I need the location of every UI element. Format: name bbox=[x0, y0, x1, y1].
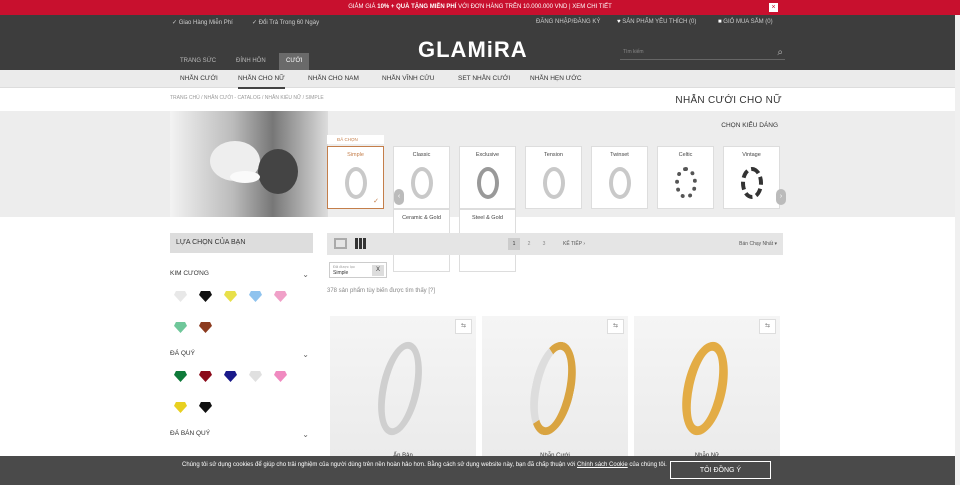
bag-icon: ■ bbox=[718, 19, 722, 25]
scrollbar[interactable] bbox=[955, 15, 960, 485]
chevron-down-icon[interactable]: ⌄ bbox=[302, 270, 309, 279]
ring-thumb bbox=[543, 167, 565, 199]
gem-swatch[interactable] bbox=[174, 322, 187, 333]
promo-pre: GIẢM GIÁ bbox=[348, 4, 378, 10]
gem-swatch[interactable] bbox=[199, 322, 212, 333]
hands-image bbox=[170, 111, 328, 217]
nav-ring-sets[interactable]: SET NHẪN CƯỚI bbox=[458, 70, 510, 87]
next-page-button[interactable]: KẾ TIẾP › bbox=[563, 238, 585, 250]
result-count: 378 sản phẩm tùy biến được tìm thấy [?] bbox=[327, 288, 436, 294]
gem-swatch[interactable] bbox=[224, 291, 237, 302]
gem-swatch[interactable] bbox=[274, 291, 287, 302]
logo[interactable]: GLAMiRA bbox=[418, 37, 528, 63]
nav-promise-rings[interactable]: NHẪN HẸN ƯỚC bbox=[530, 70, 582, 87]
page-title: NHẪN CƯỚI CHO NỮ bbox=[675, 95, 782, 106]
category-nav: NHẪN CƯỚI NHẪN CHO NỮ NHẪN CHO NAM NHẪN … bbox=[0, 70, 960, 89]
cookie-text: Chúng tôi sử dụng cookies để giúp cho tr… bbox=[182, 462, 667, 468]
ring-thumb bbox=[477, 167, 499, 199]
style-card-simple[interactable]: Simple ✓ bbox=[327, 146, 384, 209]
chevron-down-icon[interactable]: ⌄ bbox=[302, 350, 309, 359]
style-card-vintage[interactable]: Vintage bbox=[723, 146, 780, 209]
promo-highlight: 10% + QUÀ TẶNG MIỄN PHÍ bbox=[377, 4, 457, 10]
breadcrumb[interactable]: TRANG CHỦ / NHẪN CƯỚI - CATALOG / NHẪN K… bbox=[170, 95, 324, 101]
search-placeholder: Tìm kiếm bbox=[623, 49, 644, 55]
heart-icon: ♥ bbox=[617, 19, 621, 25]
nav-wedding-rings[interactable]: NHẪN CƯỚI bbox=[180, 70, 218, 87]
product-card[interactable]: ⇆ bbox=[634, 316, 780, 456]
login-link[interactable]: ĐĂNG NHẬP/ĐĂNG KÝ bbox=[536, 19, 600, 25]
promo-bar[interactable]: GIẢM GIÁ 10% + QUÀ TẶNG MIỄN PHÍ VỚI ĐƠN… bbox=[0, 0, 960, 15]
ring-image bbox=[674, 337, 736, 440]
cookie-policy-link[interactable]: Chính sách Cookie bbox=[577, 462, 628, 468]
product-card[interactable]: ⇆ bbox=[330, 316, 476, 456]
gem-swatch[interactable] bbox=[174, 371, 187, 382]
filter-group-semi-precious[interactable]: ĐÁ BÁN QUÝ ⌄ bbox=[170, 430, 313, 439]
nav-womens-rings[interactable]: NHẪN CHO NỮ bbox=[238, 70, 285, 89]
ring-image bbox=[522, 337, 584, 440]
carousel-next-button[interactable]: › bbox=[776, 189, 786, 205]
ring-thumb bbox=[609, 167, 631, 199]
page-2[interactable]: 2 bbox=[523, 238, 535, 250]
usp-shipping: ✓ Giao Hàng Miễn Phí bbox=[172, 20, 233, 26]
tab-engagement[interactable]: ĐÍNH HÔN bbox=[229, 53, 273, 70]
product-card[interactable]: ⇆ bbox=[482, 316, 628, 456]
carousel-prev-button[interactable]: ‹ bbox=[394, 189, 404, 205]
nav-eternity-rings[interactable]: NHẪN VĨNH CỬU bbox=[382, 70, 435, 87]
filter-group-gemstone[interactable]: ĐÁ QUÝ ⌄ bbox=[170, 350, 313, 359]
grid-large-icon[interactable] bbox=[334, 238, 347, 249]
style-card-celtic[interactable]: Celtic bbox=[657, 146, 714, 209]
gem-swatch[interactable] bbox=[249, 291, 262, 302]
compare-icon[interactable]: ⇆ bbox=[455, 319, 472, 334]
style-card-exclusive[interactable]: Exclusive bbox=[459, 146, 516, 209]
active-filter-chip: Đã được lọc Simple X bbox=[329, 262, 387, 278]
listing-toolbar: 1 2 3 KẾ TIẾP › Bán Chạy Nhất ▾ bbox=[327, 233, 783, 255]
grid-small-icon[interactable] bbox=[355, 238, 367, 249]
promo-close-button[interactable]: × bbox=[769, 3, 778, 12]
remove-filter-button[interactable]: X bbox=[372, 265, 384, 276]
chevron-down-icon[interactable]: ⌄ bbox=[302, 430, 309, 439]
gem-swatch[interactable] bbox=[174, 291, 187, 302]
gem-swatch[interactable] bbox=[274, 371, 287, 382]
cookie-banner: Chúng tôi sử dụng cookies để giúp cho tr… bbox=[0, 456, 960, 485]
style-card-twinset[interactable]: Twinset bbox=[591, 146, 648, 209]
compare-icon[interactable]: ⇆ bbox=[759, 319, 776, 334]
search-icon[interactable]: ⌕ bbox=[777, 45, 783, 61]
nav-mens-rings[interactable]: NHẪN CHO NAM bbox=[308, 70, 359, 87]
sort-select[interactable]: Bán Chạy Nhất ▾ bbox=[739, 238, 777, 250]
compare-icon[interactable]: ⇆ bbox=[607, 319, 624, 334]
filter-group-diamond[interactable]: KIM CƯƠNG ⌄ bbox=[170, 270, 313, 279]
wishlist-link[interactable]: ♥ SẢN PHẨM YÊU THÍCH (0) bbox=[617, 19, 696, 25]
search-input[interactable]: Tìm kiếm ⌕ bbox=[620, 44, 785, 60]
ring-image bbox=[370, 337, 430, 440]
check-icon: ✓ bbox=[373, 198, 379, 205]
usp-returns: ✓ Đổi Trả Trong 60 Ngày bbox=[252, 20, 320, 26]
cart-link[interactable]: ■ GIỎ MUA SẮM (0) bbox=[718, 19, 773, 25]
page-1[interactable]: 1 bbox=[508, 238, 520, 250]
page-3[interactable]: 3 bbox=[538, 238, 550, 250]
selected-badge: ĐÃ CHỌN bbox=[327, 135, 384, 144]
gem-swatch[interactable] bbox=[199, 291, 212, 302]
filter-header: LỰA CHỌN CỦA BẠN bbox=[170, 233, 313, 253]
ring-thumb bbox=[345, 167, 367, 199]
promo-post: VỚI ĐƠN HÀNG TRÊN 10.000.000 VND | XEM C… bbox=[456, 4, 612, 10]
style-card-tension[interactable]: Tension bbox=[525, 146, 582, 209]
gem-swatch[interactable] bbox=[249, 371, 262, 382]
ring-thumb bbox=[675, 167, 697, 199]
ring-thumb bbox=[411, 167, 433, 199]
gem-swatch[interactable] bbox=[199, 371, 212, 382]
cookie-accept-button[interactable]: TÔI ĐỒNG Ý bbox=[670, 461, 771, 479]
gem-swatch[interactable] bbox=[224, 371, 237, 382]
style-picker-label: CHỌN KIỂU DÁNG bbox=[721, 122, 778, 129]
tab-jewellery[interactable]: TRANG SỨC bbox=[173, 53, 223, 70]
gem-swatch[interactable] bbox=[199, 402, 212, 413]
gem-swatch[interactable] bbox=[174, 402, 187, 413]
tab-wedding[interactable]: CƯỚI bbox=[279, 53, 310, 70]
ring-thumb bbox=[741, 167, 763, 199]
site-header: ✓ Giao Hàng Miễn Phí ✓ Đổi Trả Trong 60 … bbox=[0, 15, 960, 70]
